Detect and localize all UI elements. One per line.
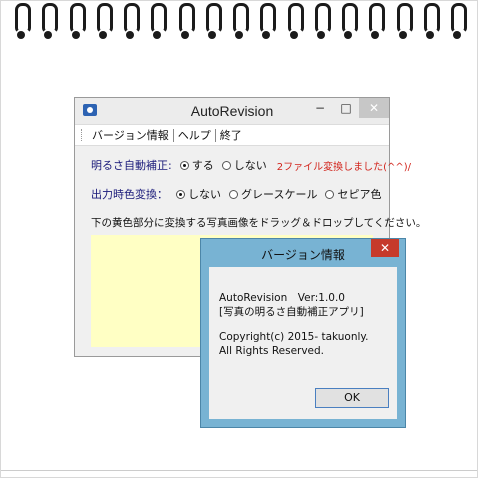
output-color-label: 出力時色変換： xyxy=(91,188,168,201)
menu-help[interactable]: ヘルプ xyxy=(174,127,215,143)
ok-button[interactable]: OK xyxy=(315,388,389,408)
ring-icon xyxy=(69,3,86,39)
radio-selected-icon[interactable] xyxy=(179,160,189,170)
color-none-option[interactable]: しない xyxy=(176,186,221,202)
ring-icon xyxy=(423,3,440,39)
ring-icon xyxy=(42,3,59,39)
ring-icon xyxy=(233,3,249,39)
color-none-label[interactable]: しない xyxy=(188,186,221,202)
dialog-title-bar[interactable]: バージョン情報 ✕ xyxy=(201,239,405,267)
ring-icon xyxy=(205,3,222,39)
radio-unselected-icon[interactable] xyxy=(325,189,335,199)
version-dialog: バージョン情報 ✕ AutoRevision Ver:1.0.0 [写真の明るさ… xyxy=(200,238,406,428)
ring-icon xyxy=(178,3,195,39)
ring-icon xyxy=(314,3,331,39)
menu-exit[interactable]: 終了 xyxy=(216,127,246,143)
ring-icon xyxy=(124,3,140,39)
brightness-on-option[interactable]: する xyxy=(179,157,214,173)
menu-bar: バージョン情報 ヘルプ 終了 xyxy=(75,124,389,146)
ring-icon xyxy=(260,3,277,39)
sepia-option[interactable]: セピア色 xyxy=(325,186,381,202)
ring-icon xyxy=(396,3,413,39)
brightness-label: 明るさ自動補正: xyxy=(91,159,172,172)
app-description-text: [写真の明るさ自動補正アプリ] xyxy=(219,306,364,318)
sepia-label[interactable]: セピア色 xyxy=(337,186,381,202)
menu-version-info[interactable]: バージョン情報 xyxy=(88,127,173,143)
ring-icon xyxy=(369,3,386,39)
paper-edge xyxy=(1,470,477,471)
ring-icon xyxy=(287,3,304,39)
app-version-text: AutoRevision Ver:1.0.0 xyxy=(219,292,345,304)
spiral-binding xyxy=(15,3,467,39)
instruction-text: 下の黄色部分に変換する写真画像をドラッグ＆ドロップしてください。 xyxy=(91,217,427,229)
ring-icon xyxy=(342,3,358,39)
brightness-row: 明るさ自動補正: する しない 2ファイル変換しました(^^)/ xyxy=(91,157,411,173)
grayscale-label[interactable]: グレースケール xyxy=(241,186,317,202)
output-color-row: 出力時色変換： しない グレースケール セピア色 xyxy=(91,186,389,202)
ring-icon xyxy=(96,3,113,39)
maximize-button[interactable]: □ xyxy=(333,98,359,118)
title-bar[interactable]: AutoRevision − □ ✕ xyxy=(75,98,389,124)
minimize-button[interactable]: − xyxy=(307,98,333,118)
copyright-text: Copyright(c) 2015- takuonly. xyxy=(219,331,369,343)
status-message: 2ファイル変換しました(^^)/ xyxy=(276,161,412,173)
radio-unselected-icon[interactable] xyxy=(221,160,231,170)
rights-text: All Rights Reserved. xyxy=(219,345,325,357)
brightness-off-label[interactable]: しない xyxy=(234,157,267,173)
ring-icon xyxy=(451,3,467,39)
radio-selected-icon[interactable] xyxy=(176,189,185,199)
ring-icon xyxy=(15,3,31,39)
dialog-body: AutoRevision Ver:1.0.0 [写真の明るさ自動補正アプリ] C… xyxy=(209,267,397,419)
radio-unselected-icon[interactable] xyxy=(229,189,238,199)
grayscale-option[interactable]: グレースケール xyxy=(229,186,317,202)
brightness-off-option[interactable]: しない xyxy=(221,157,267,173)
dialog-close-button[interactable]: ✕ xyxy=(371,239,399,257)
ring-icon xyxy=(151,3,168,39)
menu-grip xyxy=(81,129,84,141)
brightness-on-label[interactable]: する xyxy=(192,157,214,173)
close-button[interactable]: ✕ xyxy=(359,98,389,118)
